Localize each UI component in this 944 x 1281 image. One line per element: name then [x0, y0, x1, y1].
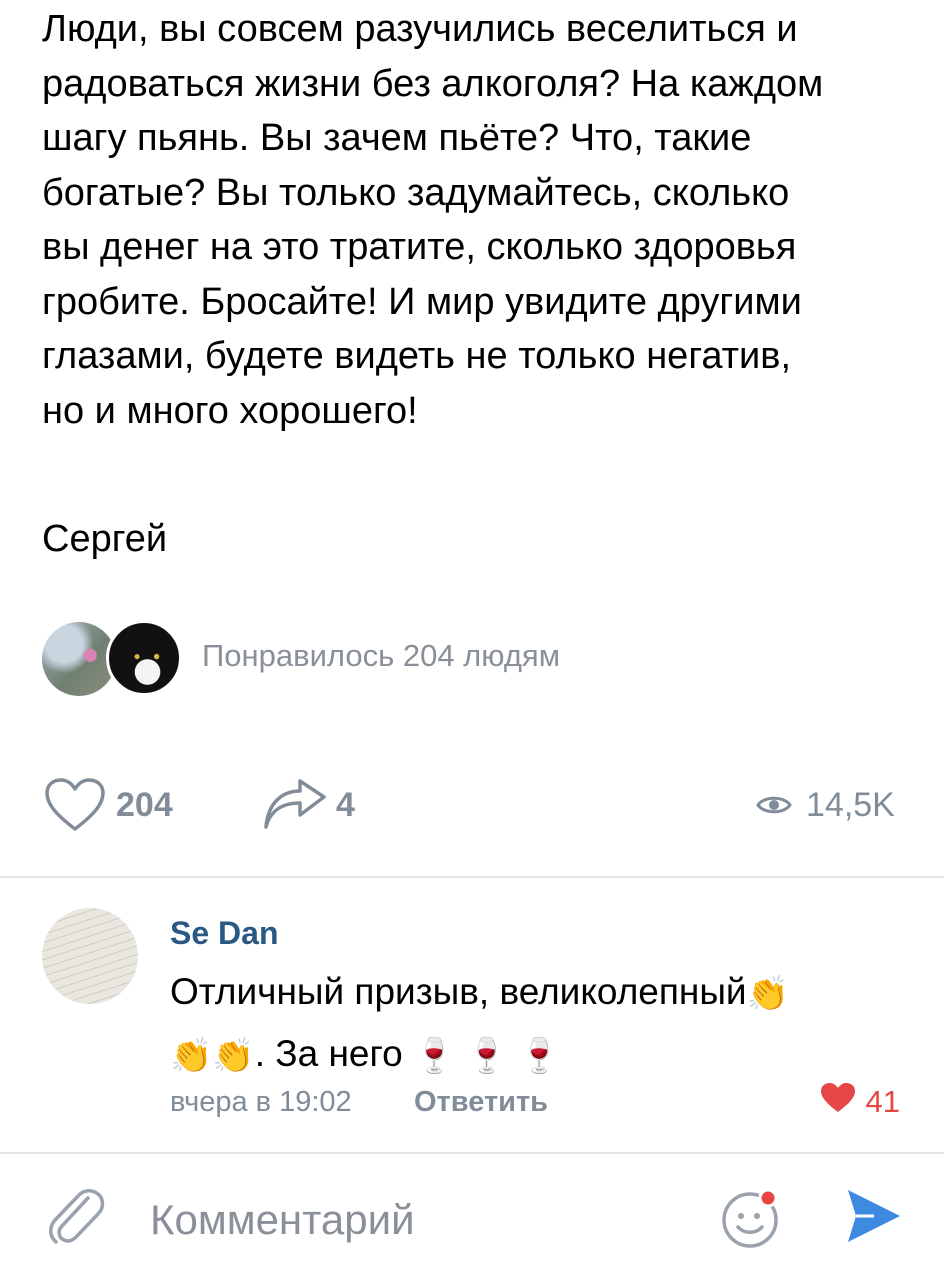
wine-glass-emoji: 🍷	[518, 1037, 561, 1076]
share-button[interactable]: 4	[262, 770, 355, 840]
clapping-hands-emoji: 👏	[170, 1037, 213, 1076]
post-text: Люди, вы совсем разучились веселиться и …	[42, 8, 824, 432]
post-actions-bar: 204 4 14,5K	[0, 770, 944, 840]
send-icon[interactable]	[844, 1186, 904, 1251]
emoji-smile-icon[interactable]	[720, 1186, 784, 1255]
liker-avatar	[42, 622, 116, 696]
comment-input[interactable]: Комментарий	[150, 1192, 415, 1248]
likers-row[interactable]: Понравилось 204 людям	[42, 620, 642, 696]
comment-composer: Комментарий	[0, 1152, 944, 1281]
eye-icon	[756, 792, 792, 818]
clapping-hands-emoji: 👏	[212, 1037, 255, 1076]
comment-like-count: 41	[865, 1084, 900, 1119]
heart-filled-icon	[820, 1082, 856, 1122]
wine-glass-emoji: 🍷	[413, 1037, 456, 1076]
reply-button[interactable]: Ответить	[414, 1080, 548, 1124]
like-button[interactable]: 204	[44, 770, 173, 840]
views-indicator: 14,5K	[756, 770, 895, 840]
comment-timestamp: вчера в 19:02	[170, 1086, 352, 1118]
heart-outline-icon	[44, 777, 106, 833]
likers-text: Понравилось 204 людям	[202, 638, 561, 673]
clapping-hands-emoji: 👏	[746, 975, 789, 1014]
like-count: 204	[116, 785, 173, 824]
comment-text-part2: . За него	[254, 1033, 403, 1075]
comment-text: Отличный призыв, великолепный👏 👏👏. За не…	[170, 962, 890, 1086]
divider	[0, 876, 944, 878]
wine-glass-emoji: 🍷	[465, 1037, 508, 1076]
comment-author-name[interactable]: Se Dan	[170, 910, 278, 956]
share-arrow-icon	[262, 777, 328, 833]
attach-paperclip-icon[interactable]	[46, 1184, 106, 1253]
post-signature: Сергей	[42, 518, 168, 560]
liker-avatar	[106, 620, 182, 696]
comment-text-part1: Отличный призыв, великолепный	[170, 971, 747, 1012]
views-count: 14,5K	[806, 785, 895, 824]
comment-like-button[interactable]: 41	[820, 1080, 900, 1124]
comment-author-avatar[interactable]	[42, 908, 138, 1004]
share-count: 4	[336, 785, 355, 824]
